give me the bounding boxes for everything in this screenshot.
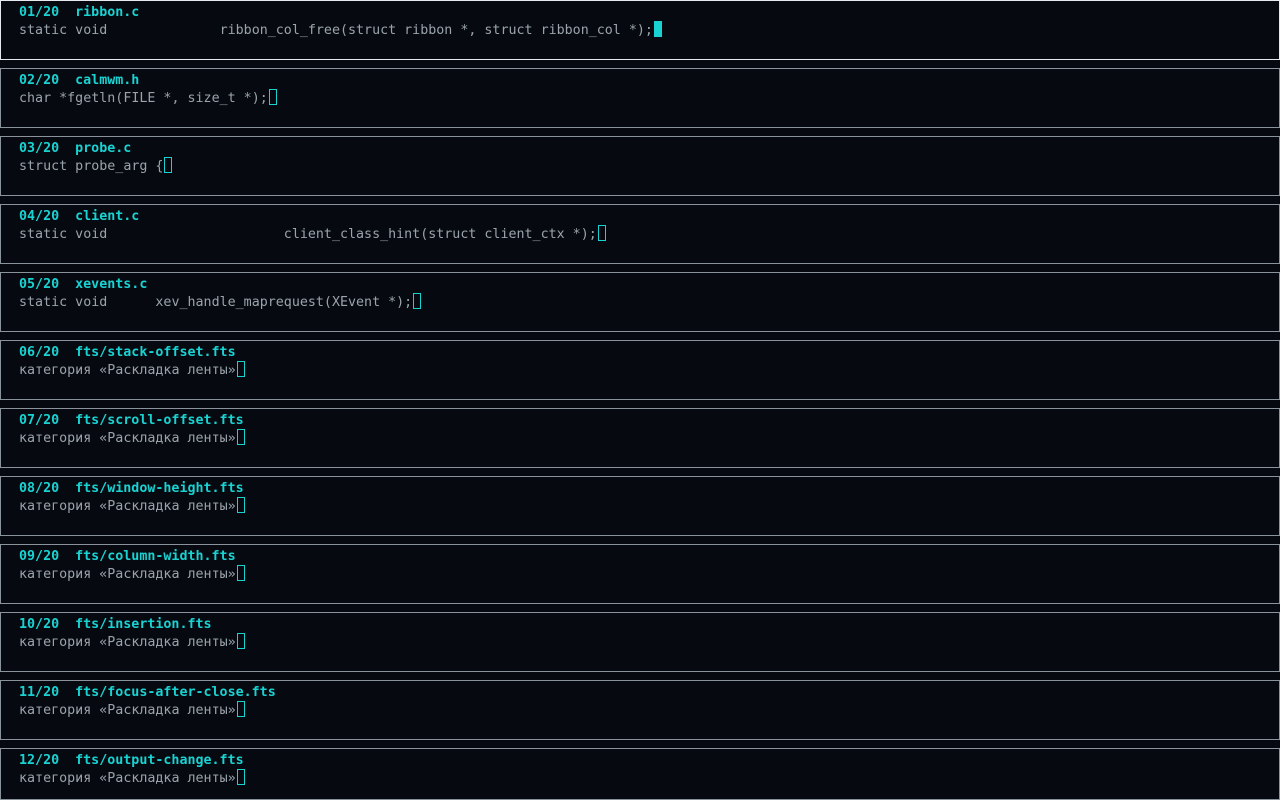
text-cursor (653, 21, 662, 37)
pane-code-line: static void client_class_hint(struct cli… (19, 225, 606, 243)
pane-insertion-fts[interactable]: 10/20 fts/insertion.fts категория «Раскла… (0, 612, 1280, 672)
pane-text: категория «Раскладка ленты» (19, 499, 236, 514)
text-cursor (413, 293, 422, 309)
pane-column-width-fts[interactable]: 09/20 fts/column-width.fts категория «Рас… (0, 544, 1280, 604)
pane-index: 12/20 (19, 753, 60, 768)
pane-output-change-fts[interactable]: 12/20 fts/output-change.fts категория «Ра… (0, 748, 1280, 800)
pane-index: 04/20 (19, 209, 60, 224)
pane-header: 07/20 fts/scroll-offset.fts (19, 412, 244, 429)
pane-filename: fts/scroll-offset.fts (75, 413, 244, 428)
pane-filename: client.c (75, 209, 140, 224)
pane-filename: fts/insertion.fts (75, 617, 212, 632)
text-cursor (236, 633, 245, 649)
pane-code-line: static void ribbon_col_free(struct ribbo… (19, 21, 662, 39)
pane-text: категория «Раскладка ленты» (19, 363, 236, 378)
pane-window-height-fts[interactable]: 08/20 fts/window-height.fts категория «Ра… (0, 476, 1280, 536)
pane-text: static void xev_handle_maprequest(XEvent… (19, 295, 413, 310)
pane-code-line: char *fgetln(FILE *, size_t *); (19, 89, 277, 107)
pane-header: 11/20 fts/focus-after-close.fts (19, 684, 276, 701)
pane-header: 03/20 probe.c (19, 140, 131, 157)
pane-header: 06/20 fts/stack-offset.fts (19, 344, 236, 361)
pane-index: 09/20 (19, 549, 60, 564)
pane-index: 11/20 (19, 685, 60, 700)
pane-client-c[interactable]: 04/20 client.c static void client_class_h… (0, 204, 1280, 264)
pane-code-line: категория «Раскладка ленты» (19, 497, 245, 515)
pane-filename: xevents.c (75, 277, 148, 292)
pane-header: 08/20 fts/window-height.fts (19, 480, 244, 497)
pane-filename: fts/window-height.fts (75, 481, 244, 496)
pane-header: 05/20 xevents.c (19, 276, 147, 293)
pane-header: 01/20 ribbon.c (19, 4, 139, 21)
text-cursor (236, 565, 245, 581)
pane-code-line: категория «Раскладка ленты» (19, 769, 245, 787)
pane-text: struct probe_arg { (19, 159, 164, 174)
text-cursor (236, 361, 245, 377)
pane-header: 12/20 fts/output-change.fts (19, 752, 244, 769)
pane-code-line: struct probe_arg { (19, 157, 173, 175)
pane-text: категория «Раскладка ленты» (19, 771, 236, 786)
pane-calmwm-h[interactable]: 02/20 calmwm.h char *fgetln(FILE *, size_… (0, 68, 1280, 128)
pane-filename: fts/focus-after-close.fts (75, 685, 276, 700)
pane-filename: fts/output-change.fts (75, 753, 244, 768)
pane-index: 07/20 (19, 413, 60, 428)
pane-index: 10/20 (19, 617, 60, 632)
pane-text: static void client_class_hint(struct cli… (19, 227, 597, 242)
text-cursor (236, 497, 245, 513)
pane-index: 01/20 (19, 5, 60, 20)
pane-index: 05/20 (19, 277, 60, 292)
pane-filename: fts/stack-offset.fts (75, 345, 236, 360)
pane-xevents-c[interactable]: 05/20 xevents.c static void xev_handle_ma… (0, 272, 1280, 332)
pane-filename: ribbon.c (75, 5, 140, 20)
pane-text: char *fgetln(FILE *, size_t *); (19, 91, 268, 106)
text-cursor (268, 89, 277, 105)
text-cursor (164, 157, 173, 173)
pane-text: static void ribbon_col_free(struct ribbo… (19, 23, 653, 38)
pane-code-line: категория «Раскладка ленты» (19, 701, 245, 719)
pane-text: категория «Раскладка ленты» (19, 703, 236, 718)
text-cursor (236, 701, 245, 717)
pane-code-line: категория «Раскладка ленты» (19, 633, 245, 651)
pane-header: 10/20 fts/insertion.fts (19, 616, 212, 633)
pane-code-line: категория «Раскладка ленты» (19, 429, 245, 447)
pane-code-line: категория «Раскладка ленты» (19, 565, 245, 583)
pane-probe-c[interactable]: 03/20 probe.c struct probe_arg { (0, 136, 1280, 196)
text-cursor (597, 225, 606, 241)
pane-focus-after-close-fts[interactable]: 11/20 fts/focus-after-close.fts категория… (0, 680, 1280, 740)
pane-filename: probe.c (75, 141, 132, 156)
pane-text: категория «Раскладка ленты» (19, 431, 236, 446)
pane-filename: calmwm.h (75, 73, 140, 88)
pane-index: 03/20 (19, 141, 60, 156)
pane-index: 02/20 (19, 73, 60, 88)
pane-text: категория «Раскладка ленты» (19, 567, 236, 582)
text-cursor (236, 429, 245, 445)
pane-ribbon-c[interactable]: 01/20 ribbon.c static void ribbon_col_fre… (0, 0, 1280, 60)
pane-stack-offset-fts[interactable]: 06/20 fts/stack-offset.fts категория «Рас… (0, 340, 1280, 400)
pane-header: 02/20 calmwm.h (19, 72, 139, 89)
pane-header: 09/20 fts/column-width.fts (19, 548, 236, 565)
pane-index: 08/20 (19, 481, 60, 496)
pane-text: категория «Раскладка ленты» (19, 635, 236, 650)
pane-index: 06/20 (19, 345, 60, 360)
pane-scroll-offset-fts[interactable]: 07/20 fts/scroll-offset.fts категория «Ра… (0, 408, 1280, 468)
pane-header: 04/20 client.c (19, 208, 139, 225)
pane-code-line: static void xev_handle_maprequest(XEvent… (19, 293, 422, 311)
pane-code-line: категория «Раскладка ленты» (19, 361, 245, 379)
text-cursor (236, 769, 245, 785)
pane-filename: fts/column-width.fts (75, 549, 236, 564)
